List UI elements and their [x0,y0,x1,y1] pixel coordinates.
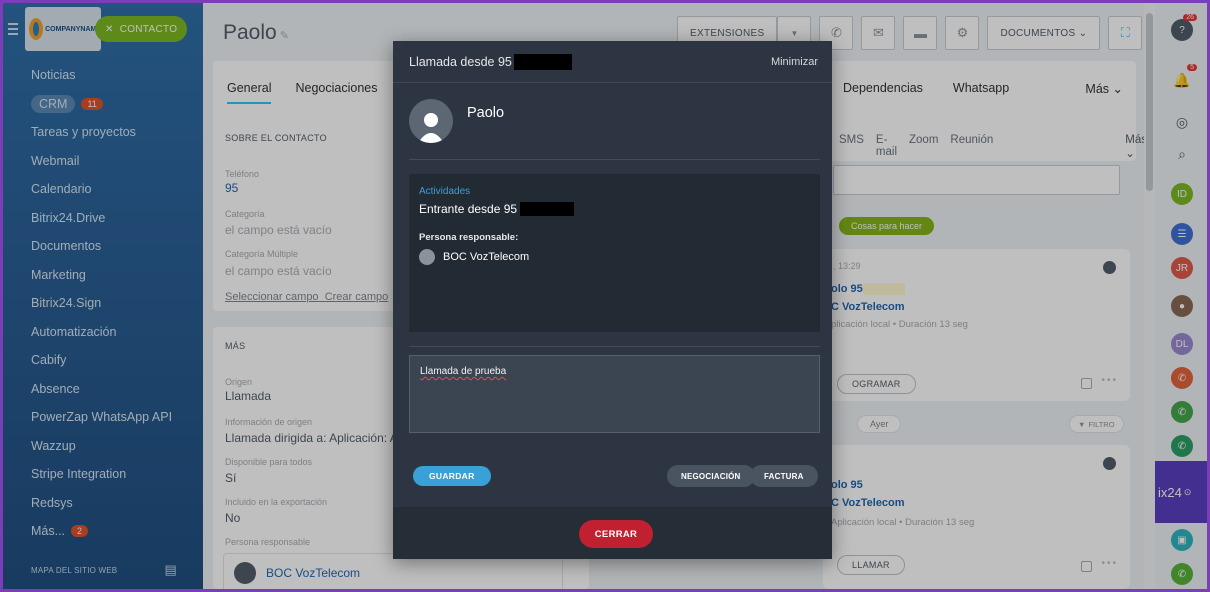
invoice-button[interactable]: FACTURA [750,465,818,487]
caller-info: Paolo [409,99,504,143]
dialog-title: Llamada desde 95 [409,53,572,70]
dialog-header: Llamada desde 95 Minimizar [393,41,832,83]
caller-name: Paolo [467,105,505,121]
caller-avatar-icon [409,99,453,143]
divider [409,159,820,160]
activity-text[interactable]: Entrante desde 95 [419,202,575,216]
activities-label: Actividades [419,186,471,197]
responsible-label: Persona responsable: [419,232,519,243]
deal-button[interactable]: NEGOCIACIÓN [667,465,755,487]
call-note-textarea[interactable]: Llamada de prueba [409,355,820,433]
save-button[interactable]: GUARDAR [413,466,491,486]
activities-panel: Actividades Entrante desde 95 Persona re… [409,174,820,332]
close-button[interactable]: CERRAR [579,520,653,548]
minimize-button[interactable]: Minimizar [771,56,818,68]
user-icon [419,249,435,265]
number-redaction [520,202,575,216]
responsible-person[interactable]: BOC VozTelecom [419,249,529,265]
call-dialog: Llamada desde 95 Minimizar Paolo Activid… [393,41,832,559]
app-frame: COMPANYNAME ✕ CONTACTO Noticias CRM 11 Ta… [3,3,1207,589]
divider [409,346,820,347]
number-redaction [513,53,572,70]
